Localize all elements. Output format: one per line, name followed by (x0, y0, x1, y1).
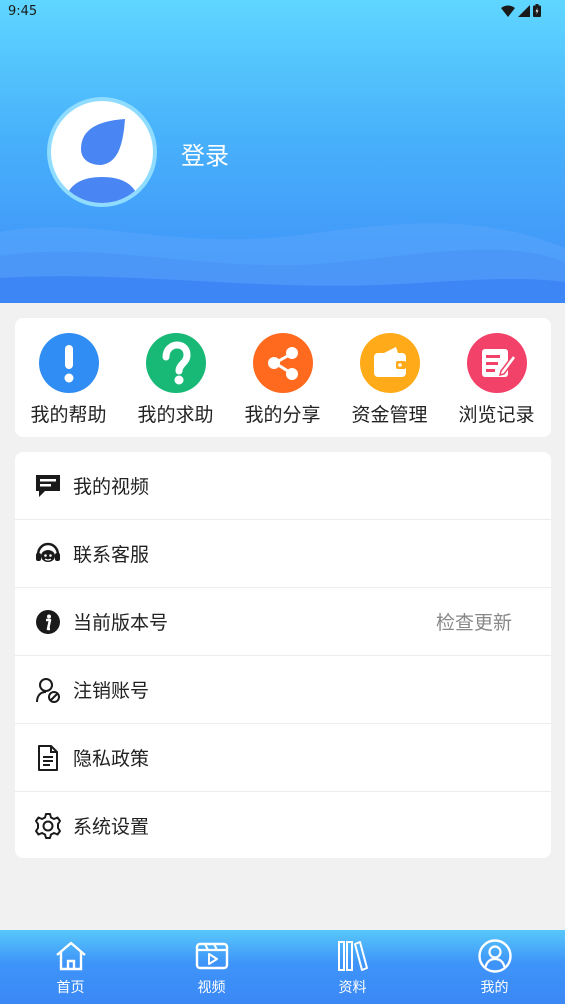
menu-item-label: 当前版本号 (73, 612, 169, 634)
quick-item-fund-management[interactable]: 资金管理 (336, 318, 443, 437)
quick-item-label: 我的分享 (244, 404, 321, 426)
quick-item-label: 资金管理 (351, 404, 428, 426)
quick-item-my-share[interactable]: 我的分享 (229, 318, 336, 437)
share-icon (252, 333, 313, 393)
quick-item-label: 我的求助 (137, 404, 214, 426)
menu-item-privacy-policy[interactable]: 隐私政策 (15, 724, 551, 792)
menu-item-contact-support[interactable]: 联系客服 (15, 520, 551, 588)
bottom-tab-bar: 首页 视频 资料 我的 (0, 930, 565, 1004)
signal-icon (518, 4, 530, 17)
tab-label: 首页 (56, 980, 85, 996)
avatar[interactable] (47, 97, 157, 207)
menu-item-system-settings[interactable]: 系统设置 (15, 792, 551, 860)
message-icon (36, 475, 60, 497)
menu-item-label: 隐私政策 (73, 748, 150, 770)
exclamation-icon (38, 333, 99, 393)
menu-item-label: 系统设置 (73, 816, 150, 838)
tab-label: 我的 (480, 980, 509, 996)
info-icon (36, 610, 60, 634)
quick-item-label: 我的帮助 (30, 404, 107, 426)
profile-header: 9:45 登录 (0, 0, 565, 303)
document-icon (38, 745, 58, 771)
quick-item-my-request[interactable]: 我的求助 (122, 318, 229, 437)
menu-item-delete-account[interactable]: 注销账号 (15, 656, 551, 724)
battery-icon (533, 4, 541, 17)
books-icon (337, 941, 368, 971)
login-button[interactable]: 登录 (181, 136, 229, 171)
check-update-link[interactable]: 检查更新 (436, 608, 512, 635)
menu-item-version[interactable]: 当前版本号 检查更新 (15, 588, 551, 656)
menu-item-label: 我的视频 (73, 476, 150, 498)
quick-item-my-help[interactable]: 我的帮助 (15, 318, 122, 437)
tab-label: 视频 (197, 980, 226, 996)
question-icon (145, 333, 206, 393)
menu-item-my-videos[interactable]: 我的视频 (15, 452, 551, 520)
wifi-icon (501, 5, 515, 17)
gear-icon (35, 813, 61, 839)
user-cancel-icon (36, 678, 60, 703)
video-icon (195, 942, 228, 970)
wallet-icon (359, 333, 420, 393)
tab-mine[interactable]: 我的 (424, 930, 565, 1004)
quick-item-label: 浏览记录 (458, 404, 535, 426)
tab-materials[interactable]: 资料 (282, 930, 423, 1004)
note-edit-icon (466, 333, 527, 393)
user-avatar-icon (65, 119, 139, 203)
tab-label: 资料 (338, 980, 367, 996)
tab-video[interactable]: 视频 (141, 930, 282, 1004)
quick-actions-card: 我的帮助 我的求助 我的分享 资金管理 浏览记录 (15, 318, 551, 437)
profile-icon (477, 939, 512, 973)
status-bar: 9:45 (0, 0, 565, 24)
quick-item-browse-history[interactable]: 浏览记录 (443, 318, 550, 437)
home-icon (55, 941, 86, 971)
status-icons (501, 4, 541, 17)
settings-menu: 我的视频 联系客服 当前版本号 检查更新 注销账号 隐私政策 系统设置 (15, 452, 551, 858)
headset-icon (36, 542, 60, 562)
menu-item-label: 注销账号 (73, 680, 150, 702)
menu-item-label: 联系客服 (73, 544, 150, 566)
tab-home[interactable]: 首页 (0, 930, 141, 1004)
status-time: 9:45 (8, 4, 38, 19)
